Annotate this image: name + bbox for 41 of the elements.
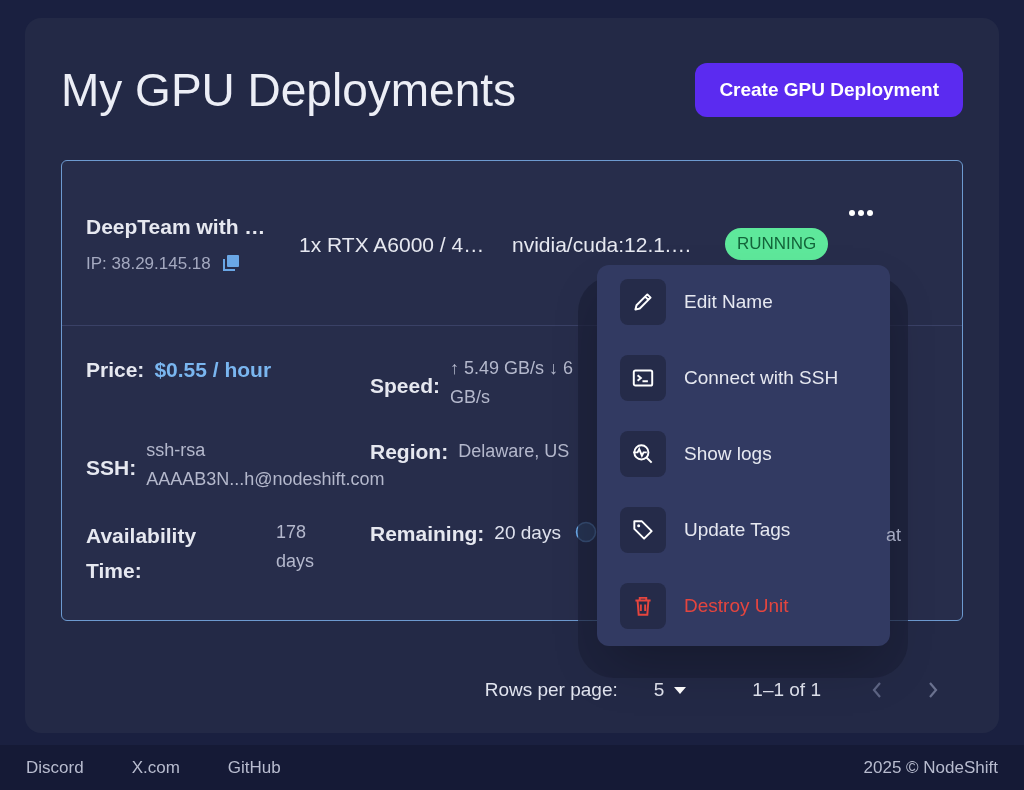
status-badge: RUNNING [725, 228, 829, 260]
pencil-icon [620, 279, 666, 325]
copyright-text: 2025 © NodeShift [863, 756, 998, 779]
more-options-icon[interactable] [848, 209, 874, 217]
price-value: $0.55 / hour [154, 357, 272, 383]
footer-link[interactable]: Discord [26, 754, 84, 781]
deployment-name: DeepTeam with … [86, 214, 267, 240]
detail-value: days [276, 550, 315, 573]
detail-label: Price: [86, 357, 145, 383]
trash-icon [620, 583, 666, 629]
menu-item[interactable]: Connect with SSH [597, 355, 890, 401]
detail-value: 178 [276, 521, 308, 544]
footer-link[interactable]: X.com [131, 754, 180, 781]
tag-icon [620, 507, 666, 553]
create-deployment-button[interactable]: Create GPU Deployment [695, 63, 963, 117]
detail-value: 20 days [494, 521, 561, 545]
rows-per-page-select[interactable]: 5 [653, 676, 687, 705]
menu-item[interactable]: Edit Name [597, 279, 890, 325]
detail-value: Delaware, US [458, 440, 570, 463]
next-page-icon[interactable] [927, 681, 939, 700]
menu-item[interactable]: Show logs [597, 431, 890, 477]
magnifier-pulse-icon [620, 431, 666, 477]
detail-label: Region: [370, 439, 449, 465]
detail-value: GB/s [450, 386, 492, 409]
footer-link[interactable]: GitHub [227, 754, 281, 781]
container-image: nvidia/cuda:12.1.… [512, 232, 693, 258]
gpu-spec: 1x RTX A6000 / 4… [299, 232, 486, 258]
previous-page-icon[interactable] [871, 681, 883, 700]
page-range: 1–1 of 1 [752, 678, 821, 702]
caret-icon [674, 686, 687, 694]
detail-value: ↑ 5.49 GB/s ↓ 6 [450, 357, 574, 380]
rows-per-page-label: Rows per page: [484, 678, 618, 702]
detail-label: Speed: [370, 373, 440, 399]
detail-value: at [886, 524, 901, 547]
copy-icon[interactable] [220, 253, 241, 274]
detail-label: Availability Time: [86, 523, 198, 584]
detail-label: Remaining: [370, 521, 485, 547]
terminal-icon [620, 355, 666, 401]
detail-value: AAAAB3N...h@nodeshift.com [146, 468, 385, 491]
ip-address: IP: 38.29.145.18 [86, 252, 211, 275]
detail-label: SSH: [86, 455, 137, 481]
